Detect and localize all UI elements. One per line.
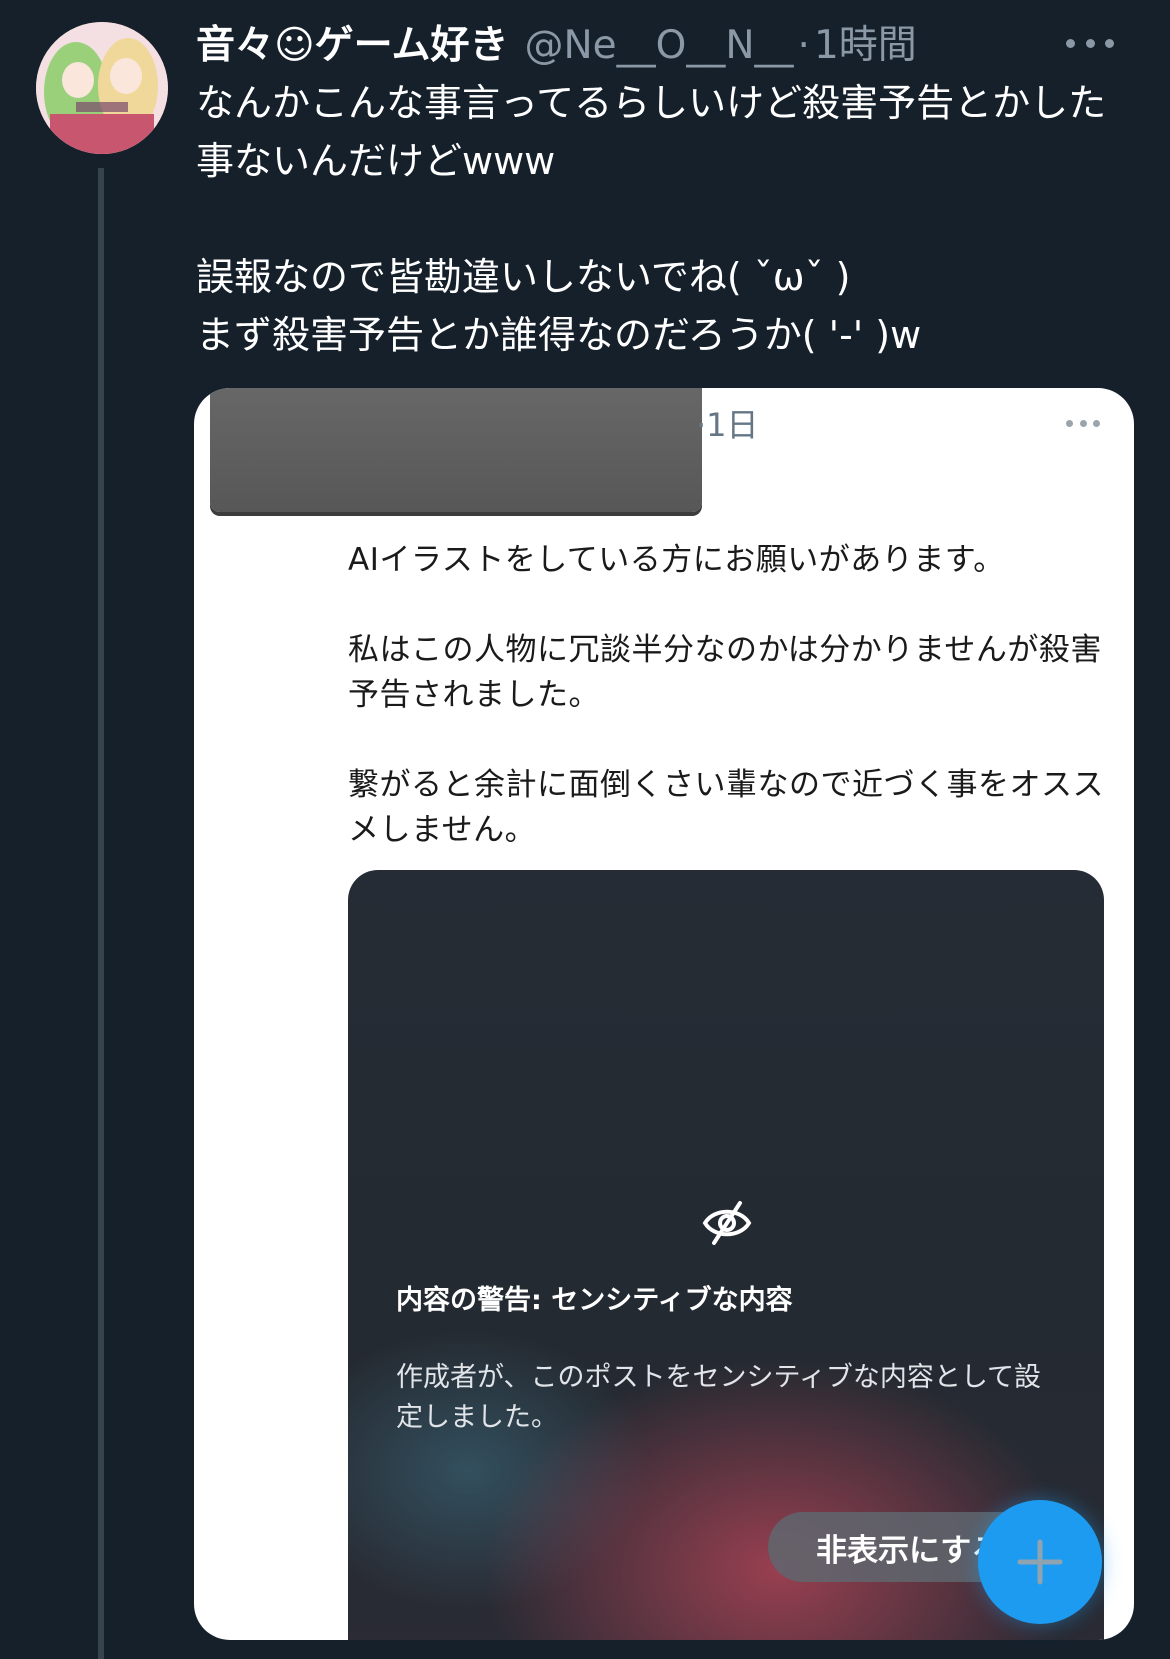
quote-paragraph: 繋がると余計に面倒くさい輩なので近づく事をオススメしません。 <box>348 767 1104 848</box>
warning-title: 内容の警告: センシティブな内容 <box>396 1285 793 1316</box>
eye-slash-icon <box>702 1201 752 1245</box>
redacted-author <box>210 388 702 512</box>
more-options-icon[interactable] <box>1066 28 1114 58</box>
quote-time[interactable]: ·1日 <box>696 400 759 446</box>
avatar[interactable] <box>36 22 168 154</box>
user-handle[interactable]: @Ne__O__N__ <box>525 23 794 68</box>
quote-paragraph: 私はこの人物に冗談半分なのかは分かりませんが殺害予告されました。 <box>348 632 1102 713</box>
tweet-header: 音々☺ゲーム好き @Ne__O__N__ · 1時間 <box>196 14 1116 76</box>
quote-more-icon[interactable] <box>1066 418 1100 428</box>
tweet-time[interactable]: 1時間 <box>814 14 917 70</box>
quoted-tweet[interactable]: ·1日 AIイラストをしている方にお願いがあります。 私はこの人物に冗談半分なの… <box>194 388 1134 1640</box>
tweet-paragraph: なんかこんな事言ってるらしいけど殺害予告とかした事ないんだけどwww <box>196 81 1107 183</box>
warning-text: 作成者が、このポストをセンシティブな内容として設定しました。 <box>396 1362 1042 1433</box>
thread-line <box>98 168 104 1659</box>
plus-icon <box>1017 1539 1063 1585</box>
tweet-text: なんかこんな事言ってるらしいけど殺害予告とかした事ないんだけどwww 誤報なので… <box>196 74 1136 364</box>
separator-dot: · <box>797 23 810 68</box>
tweet-paragraph: 誤報なので皆勘違いしないでね( ˇωˇ ) まず殺害予告とか誰得なのだろうか( … <box>196 255 922 357</box>
quote-text: AIイラストをしている方にお願いがあります。 私はこの人物に冗談半分なのかは分か… <box>348 538 1128 853</box>
display-name[interactable]: 音々☺ゲーム好き <box>196 14 509 70</box>
quote-paragraph: AIイラストをしている方にお願いがあります。 <box>348 542 1005 578</box>
compose-button[interactable] <box>978 1500 1102 1624</box>
